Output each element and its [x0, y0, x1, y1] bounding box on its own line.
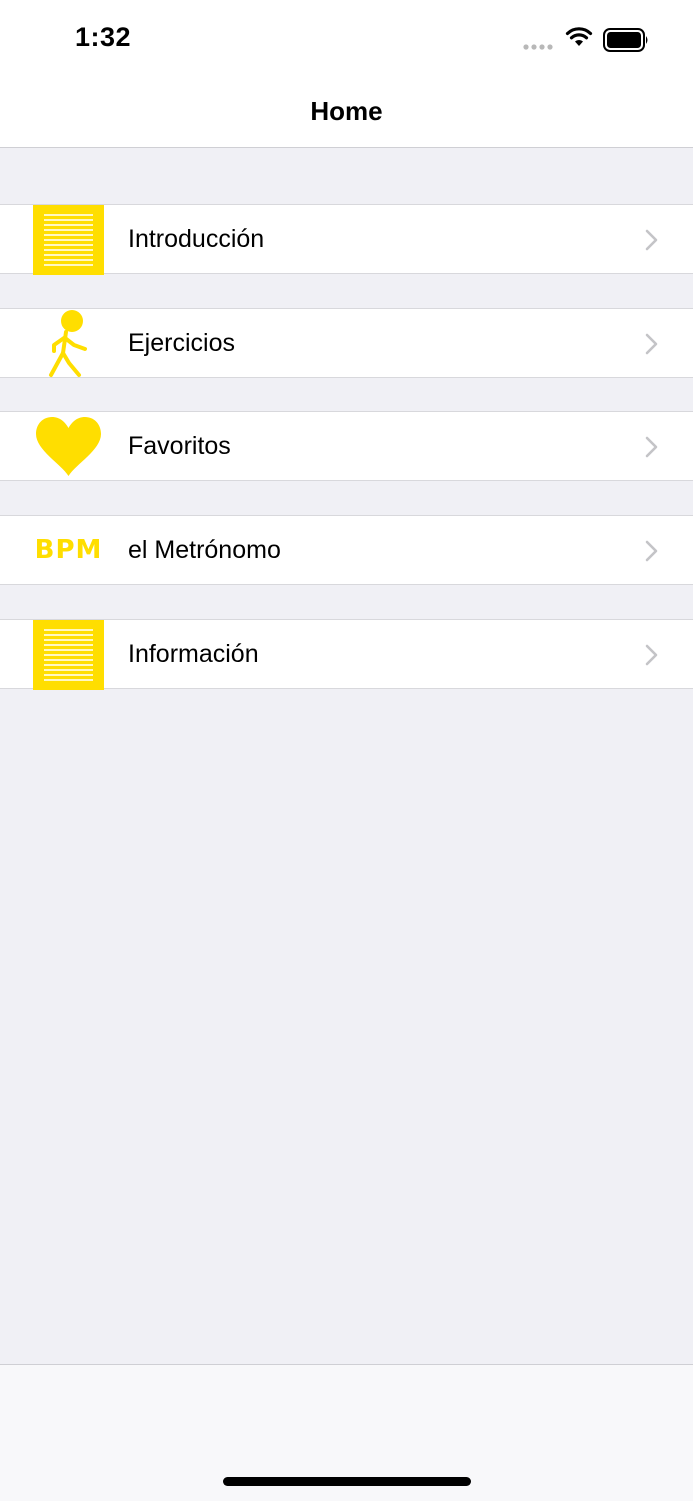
chevron-right-icon: [645, 333, 658, 355]
chevron-right-icon: [645, 540, 658, 562]
menu-item-informacion[interactable]: Información: [0, 619, 693, 690]
chevron-right-icon: [645, 644, 658, 666]
walking-person-icon: [49, 310, 87, 377]
document-lines-icon: [33, 620, 104, 690]
bpm-icon: BPM: [33, 516, 104, 586]
status-icons: [523, 26, 653, 54]
heart-icon: [36, 417, 101, 476]
menu-item-introduccion[interactable]: Introducción: [0, 204, 693, 275]
menu-item-label: el Metrónomo: [128, 536, 281, 564]
menu-item-favoritos[interactable]: Favoritos: [0, 411, 693, 481]
document-lines-icon: [33, 205, 104, 275]
status-time: 1:32: [75, 22, 132, 52]
bpm-icon-text: BPM: [34, 535, 103, 565]
navigation-bar: Home: [0, 76, 693, 148]
home-indicator[interactable]: [223, 1477, 471, 1486]
chevron-right-icon: [645, 436, 658, 458]
status-bar: 1:32: [0, 0, 693, 76]
menu-item-label: Introducción: [128, 225, 265, 253]
menu-item-label: Información: [128, 640, 259, 668]
menu-item-label: Ejercicios: [128, 329, 235, 357]
chevron-right-icon: [645, 229, 658, 251]
menu-item-metronomo[interactable]: BPM el Metrónomo: [0, 515, 693, 585]
battery-icon: [603, 28, 648, 52]
menu-item-ejercicios[interactable]: Ejercicios: [0, 308, 693, 378]
page-title: Home: [310, 96, 383, 126]
menu-item-label: Favoritos: [128, 432, 231, 460]
wifi-icon: [565, 27, 593, 46]
signal-dots-icon: [523, 44, 553, 50]
